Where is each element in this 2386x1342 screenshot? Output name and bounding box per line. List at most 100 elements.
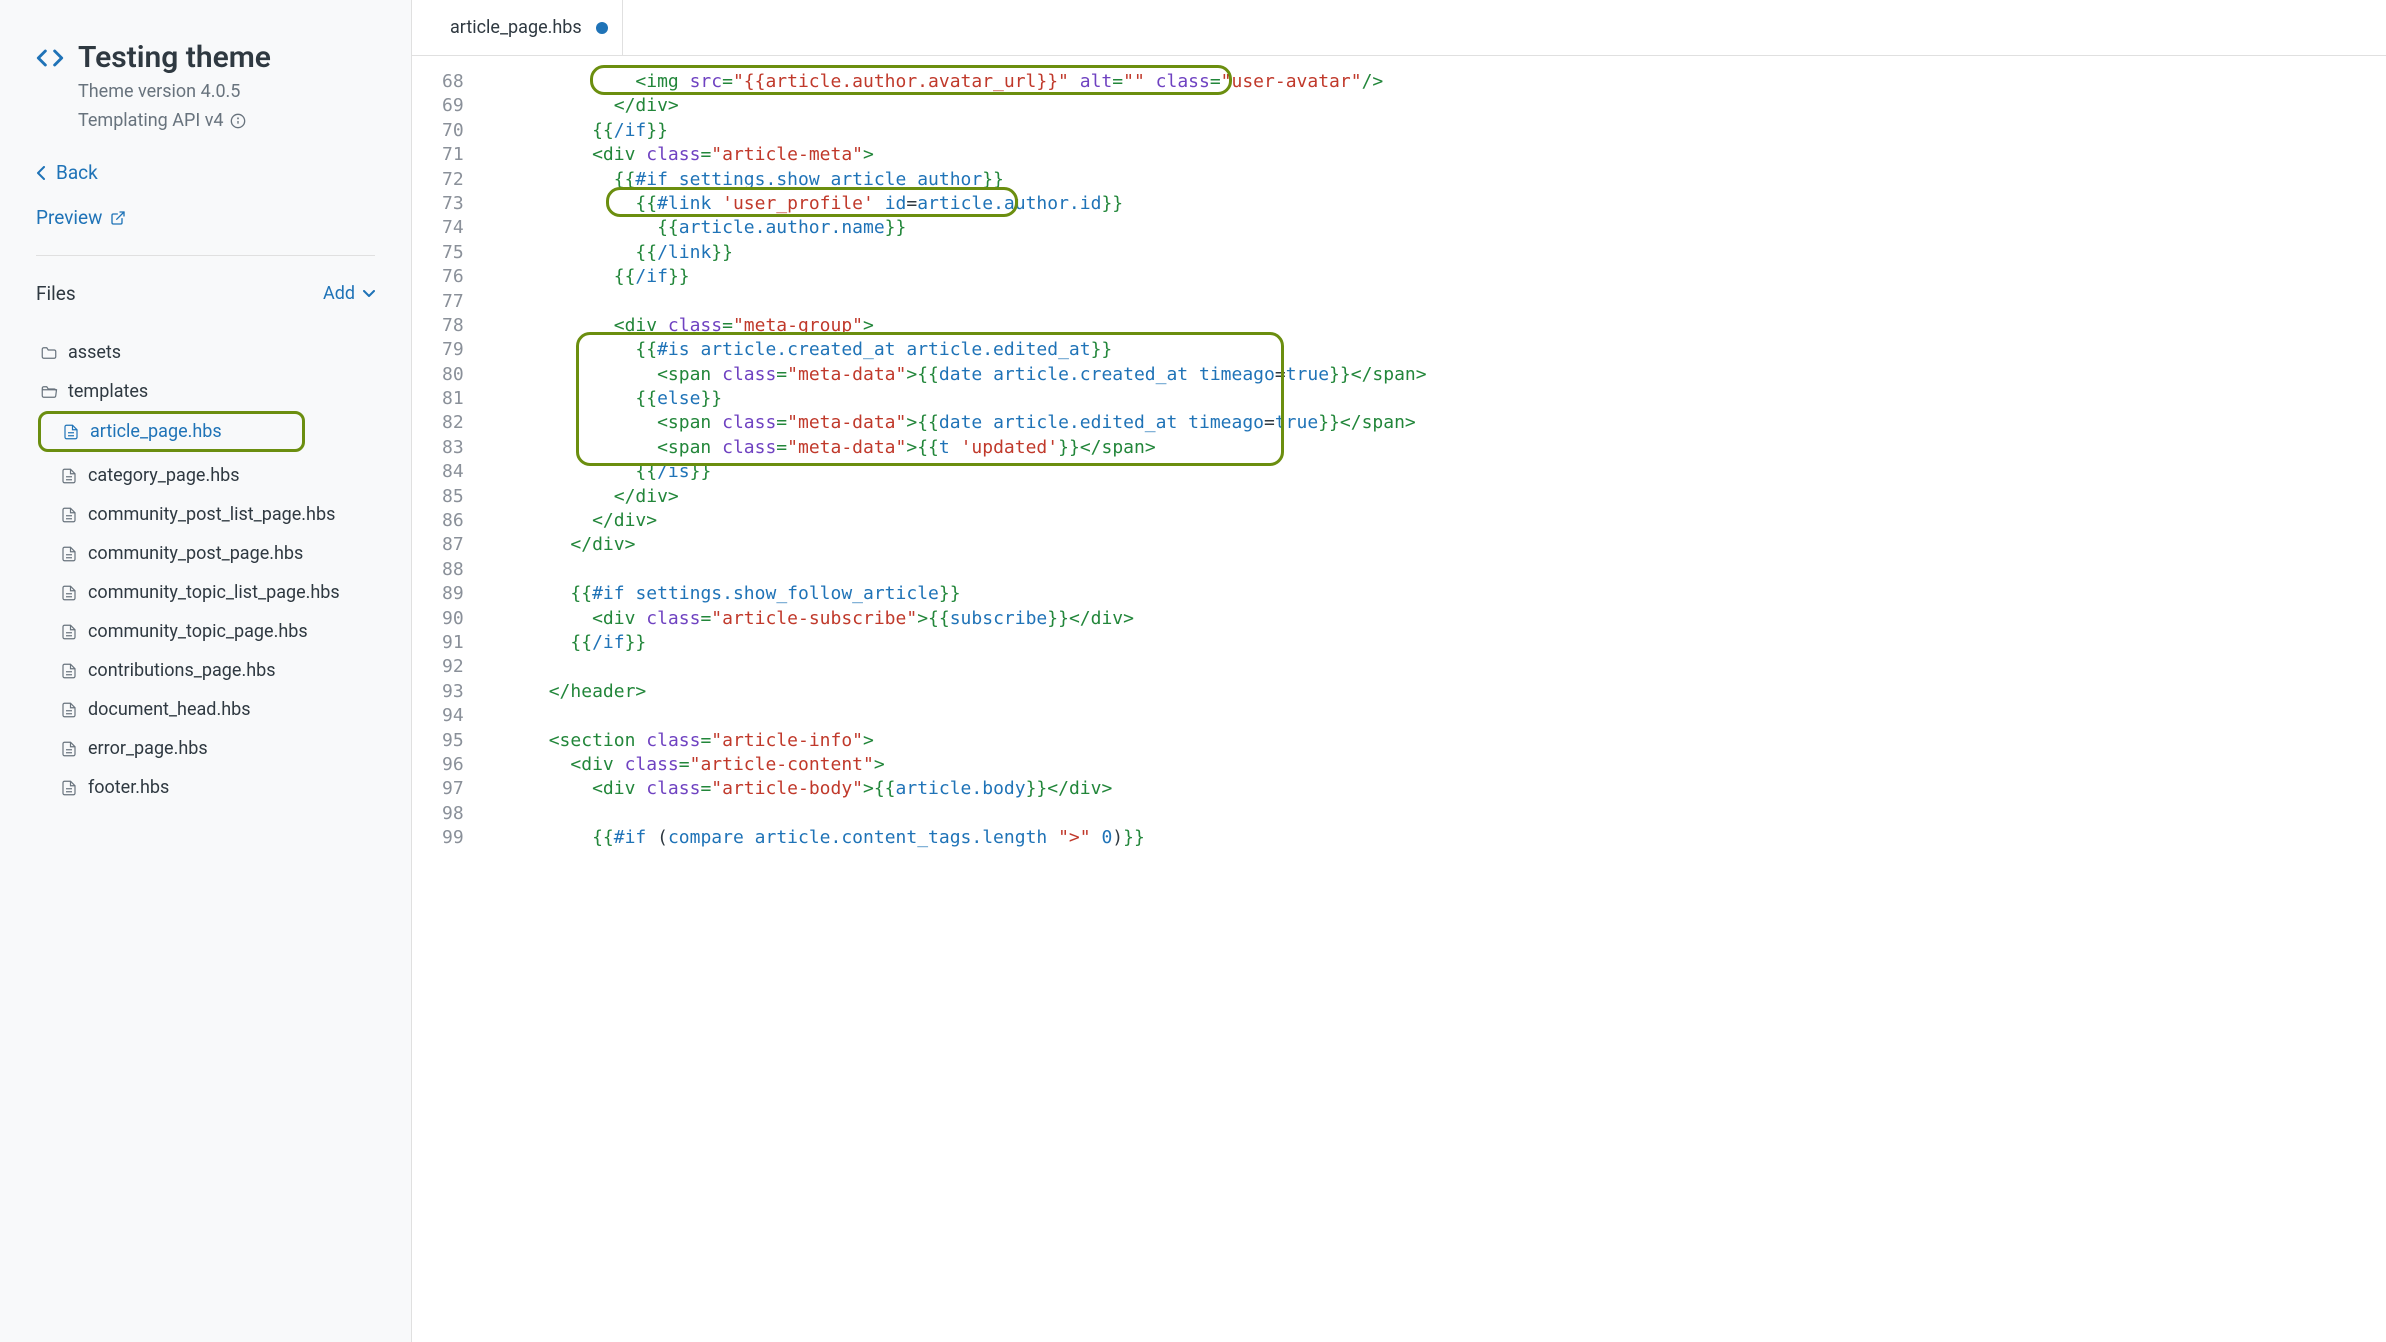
code-line: {{/if}} [484, 631, 2386, 655]
code-line: </div> [484, 533, 2386, 557]
code-line: {{/if}} [484, 119, 2386, 143]
file-label: category_page.hbs [88, 465, 240, 486]
line-number: 92 [442, 655, 464, 679]
code-line [484, 704, 2386, 728]
app-root: Testing theme Theme version 4.0.5 Templa… [0, 0, 2386, 1342]
sidebar: Testing theme Theme version 4.0.5 Templa… [0, 0, 412, 1342]
line-number: 94 [442, 704, 464, 728]
file-label: document_head.hbs [88, 699, 251, 720]
file-item[interactable]: footer.hbs [36, 768, 375, 807]
info-icon[interactable] [230, 113, 246, 129]
code-lines: <img src="{{article.author.avatar_url}}"… [484, 70, 2386, 1342]
line-number: 68 [442, 70, 464, 94]
code-icon [36, 44, 64, 72]
title-row: Testing theme [36, 40, 375, 75]
add-button[interactable]: Add [323, 283, 375, 304]
code-line: </div> [484, 509, 2386, 533]
line-number: 99 [442, 826, 464, 850]
file-item[interactable]: document_head.hbs [36, 690, 375, 729]
dirty-indicator-icon [596, 22, 608, 34]
file-icon [60, 662, 78, 680]
code-line [484, 290, 2386, 314]
external-link-icon [110, 210, 126, 226]
code-line: </header> [484, 680, 2386, 704]
file-label: error_page.hbs [88, 738, 208, 759]
sidebar-header: Testing theme Theme version 4.0.5 Templa… [36, 40, 375, 131]
code-line [484, 655, 2386, 679]
line-number: 71 [442, 143, 464, 167]
tab-article-page[interactable]: article_page.hbs [436, 0, 623, 55]
file-label: community_post_list_page.hbs [88, 504, 335, 525]
code-line: <div class="article-body">{{article.body… [484, 777, 2386, 801]
code-line: <div class="article-subscribe">{{subscri… [484, 607, 2386, 631]
file-item[interactable]: article_page.hbs [38, 411, 305, 452]
back-label: Back [56, 161, 98, 184]
code-line: {{/is}} [484, 460, 2386, 484]
code-line: <span class="meta-data">{{t 'updated'}}<… [484, 436, 2386, 460]
add-label: Add [323, 283, 355, 304]
line-number: 80 [442, 363, 464, 387]
code-line: {{/link}} [484, 241, 2386, 265]
line-number: 70 [442, 119, 464, 143]
file-icon [60, 701, 78, 719]
code-line: {{article.author.name}} [484, 216, 2386, 240]
code-line: <div class="meta-group"> [484, 314, 2386, 338]
file-icon [62, 423, 80, 441]
folder-icon [40, 344, 58, 362]
file-item[interactable]: category_page.hbs [36, 456, 375, 495]
line-number: 90 [442, 607, 464, 631]
file-item[interactable]: community_post_list_page.hbs [36, 495, 375, 534]
file-item[interactable]: community_topic_list_page.hbs [36, 573, 375, 612]
line-number: 93 [442, 680, 464, 704]
file-item[interactable]: contributions_page.hbs [36, 651, 375, 690]
line-number: 82 [442, 411, 464, 435]
code-line: {{#if (compare article.content_tags.leng… [484, 826, 2386, 850]
code-line: {{#is article.created_at article.edited_… [484, 338, 2386, 362]
code-line: <img src="{{article.author.avatar_url}}"… [484, 70, 2386, 94]
code-editor[interactable]: 6869707172737475767778798081828384858687… [412, 56, 2386, 1342]
code-line: </div> [484, 94, 2386, 118]
file-label: footer.hbs [88, 777, 169, 798]
line-number: 76 [442, 265, 464, 289]
folder-label: templates [68, 381, 148, 402]
file-icon [60, 623, 78, 641]
code-line: {{else}} [484, 387, 2386, 411]
line-number: 89 [442, 582, 464, 606]
theme-api-text: Templating API v4 [78, 110, 224, 131]
file-item[interactable]: error_page.hbs [36, 729, 375, 768]
line-number: 96 [442, 753, 464, 777]
line-number: 98 [442, 802, 464, 826]
line-number: 78 [442, 314, 464, 338]
theme-version: Theme version 4.0.5 [78, 81, 375, 102]
line-number: 86 [442, 509, 464, 533]
code-line [484, 558, 2386, 582]
files-header: Files Add [36, 282, 375, 305]
code-line: </div> [484, 485, 2386, 509]
editor-area: article_page.hbs 68697071727374757677787… [412, 0, 2386, 1342]
line-number: 74 [442, 216, 464, 240]
file-icon [60, 467, 78, 485]
line-number: 83 [442, 436, 464, 460]
code-line: {{#if settings.show_follow_article}} [484, 582, 2386, 606]
line-number: 81 [442, 387, 464, 411]
line-number: 85 [442, 485, 464, 509]
file-icon [60, 740, 78, 758]
chevron-down-icon [363, 290, 375, 298]
code-line: {{#if settings.show_article_author}} [484, 168, 2386, 192]
folder-assets[interactable]: assets [36, 333, 375, 372]
line-number: 73 [442, 192, 464, 216]
line-number: 95 [442, 729, 464, 753]
templates-list: article_page.hbs category_page.hbscommuni… [36, 411, 375, 807]
file-icon [60, 545, 78, 563]
file-item[interactable]: community_topic_page.hbs [36, 612, 375, 651]
code-line: <span class="meta-data">{{date article.e… [484, 411, 2386, 435]
code-line [484, 802, 2386, 826]
file-icon [60, 779, 78, 797]
back-link[interactable]: Back [36, 161, 375, 184]
preview-link[interactable]: Preview [36, 206, 375, 229]
code-line: <div class="article-content"> [484, 753, 2386, 777]
folder-templates[interactable]: templates [36, 372, 375, 411]
line-number: 84 [442, 460, 464, 484]
file-item[interactable]: community_post_page.hbs [36, 534, 375, 573]
file-label: community_topic_list_page.hbs [88, 582, 340, 603]
